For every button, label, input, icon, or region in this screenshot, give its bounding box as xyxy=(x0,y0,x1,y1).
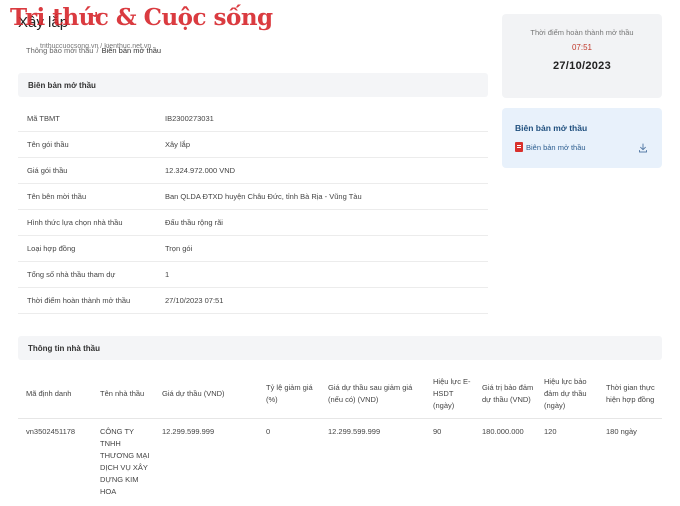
info-label: Tổng số nhà thầu tham dự xyxy=(27,270,116,279)
column-header-guarantee-value: Giá trị bảo đảm dự thầu (VND) xyxy=(482,383,534,404)
document-link-label[interactable]: Biên bản mở thầu xyxy=(526,143,586,152)
section-header-contractor-info: Thông tin nhà thầu xyxy=(18,336,662,360)
bid-table-header: Mã định danh Tên nhà thầu Giá dự thầu (V… xyxy=(18,369,662,419)
document-card-title: Biên bản mở thầu xyxy=(515,123,588,133)
cell-discount: 0 xyxy=(266,427,271,436)
column-header-duration: Thời gian thực hiện hợp đồng xyxy=(606,383,655,404)
pdf-icon xyxy=(515,142,523,152)
info-row: Hình thức lựa chọn nhà thầu Đấu thầu rộng… xyxy=(18,210,488,236)
cell-guarantee-validity: 120 xyxy=(544,427,557,436)
section-header-opening-record: Biên bản mở thầu xyxy=(18,73,488,97)
document-link[interactable]: Biên bản mở thầu xyxy=(515,142,586,152)
completion-date: 27/10/2023 xyxy=(552,60,612,72)
completion-time-hour: 07:51 xyxy=(571,43,593,52)
cell-validity: 90 xyxy=(433,427,442,436)
column-header-validity: Hiệu lực E-HSDT (ngày) xyxy=(433,377,471,410)
info-label: Mã TBMT xyxy=(27,114,60,123)
breadcrumb-item-notice[interactable]: Thông báo mời thầu xyxy=(26,46,93,55)
info-label: Tên gói thầu xyxy=(27,140,69,149)
info-table: Mã TBMT IB2300273031 Tên gói thầu Xây lắp … xyxy=(18,106,488,314)
info-label: Hình thức lựa chọn nhà thầu xyxy=(27,218,123,227)
cell-duration: 180 ngày xyxy=(606,427,637,436)
column-header-price-after-discount: Giá dự thầu sau giảm giá (nếu có) (VND) xyxy=(328,383,413,404)
cell-contractor-name: CÔNG TY TNHH THƯƠNG MẠI DỊCH VỤ XÂY DỰNG… xyxy=(100,427,150,496)
breadcrumb-separator: / xyxy=(96,46,99,55)
cell-price-after-discount: 12.299.599.999 xyxy=(328,427,381,436)
breadcrumb-item-current: Biên bản mở thầu xyxy=(101,46,162,55)
info-value: 12.324.972.000 VND xyxy=(165,166,236,175)
column-header-guarantee-validity: Hiệu lực bảo đảm dự thầu (ngày) xyxy=(544,377,587,410)
download-icon[interactable] xyxy=(638,143,648,153)
document-card: Biên bản mở thầu Biên bản mở thầu xyxy=(502,108,662,168)
info-row: Thời điểm hoàn thành mở thầu 27/10/2023 0… xyxy=(18,288,488,314)
info-row: Mã TBMT IB2300273031 xyxy=(18,106,488,132)
info-value: Trọn gói xyxy=(165,244,193,253)
info-row: Giá gói thầu 12.324.972.000 VND xyxy=(18,158,488,184)
info-value: 1 xyxy=(165,270,170,279)
info-label: Thời điểm hoàn thành mở thầu xyxy=(27,296,131,305)
info-value: IB2300273031 xyxy=(165,114,214,123)
info-row: Tên gói thầu Xây lắp xyxy=(18,132,488,158)
column-header-discount: Tỷ lệ giảm giá (%) xyxy=(266,383,313,404)
cell-bid-price: 12.299.599.999 xyxy=(162,427,215,436)
info-value: Đấu thầu rộng rãi xyxy=(165,218,223,227)
section-title: Thông tin nhà thầu xyxy=(28,343,100,353)
column-header-bid-price: Giá dự thầu (VND) xyxy=(162,389,225,398)
info-label: Giá gói thầu xyxy=(27,166,68,175)
info-row: Tổng số nhà thầu tham dự 1 xyxy=(18,262,488,288)
info-value: 27/10/2023 07:51 xyxy=(165,296,224,305)
cell-id: vn3502451178 xyxy=(26,427,76,436)
section-title: Biên bản mở thầu xyxy=(28,80,96,90)
info-label: Tên bên mời thầu xyxy=(27,192,87,201)
column-header-name: Tên nhà thầu xyxy=(100,389,145,398)
info-value: Ban QLDA ĐTXD huyện Châu Đức, tỉnh Bà Rị… xyxy=(165,192,362,201)
info-row: Loại hợp đồng Trọn gói xyxy=(18,236,488,262)
cell-guarantee-value: 180.000.000 xyxy=(482,427,524,436)
completion-time-label: Thời điểm hoàn thành mở thầu xyxy=(530,28,634,37)
breadcrumb: Thông báo mời thầu / Biên bản mở thầu xyxy=(26,46,161,55)
completion-time-card: Thời điểm hoàn thành mở thầu 07:51 27/10… xyxy=(502,14,662,98)
table-row: vn3502451178 CÔNG TY TNHH THƯƠNG MẠI DỊC… xyxy=(18,420,662,506)
watermark-logo: Tri thức & Cuộc sống xyxy=(10,4,273,31)
column-header-id: Mã định danh xyxy=(26,389,72,398)
info-value: Xây lắp xyxy=(165,140,191,149)
info-row: Tên bên mời thầu Ban QLDA ĐTXD huyện Châu… xyxy=(18,184,488,210)
info-label: Loại hợp đồng xyxy=(27,244,76,253)
